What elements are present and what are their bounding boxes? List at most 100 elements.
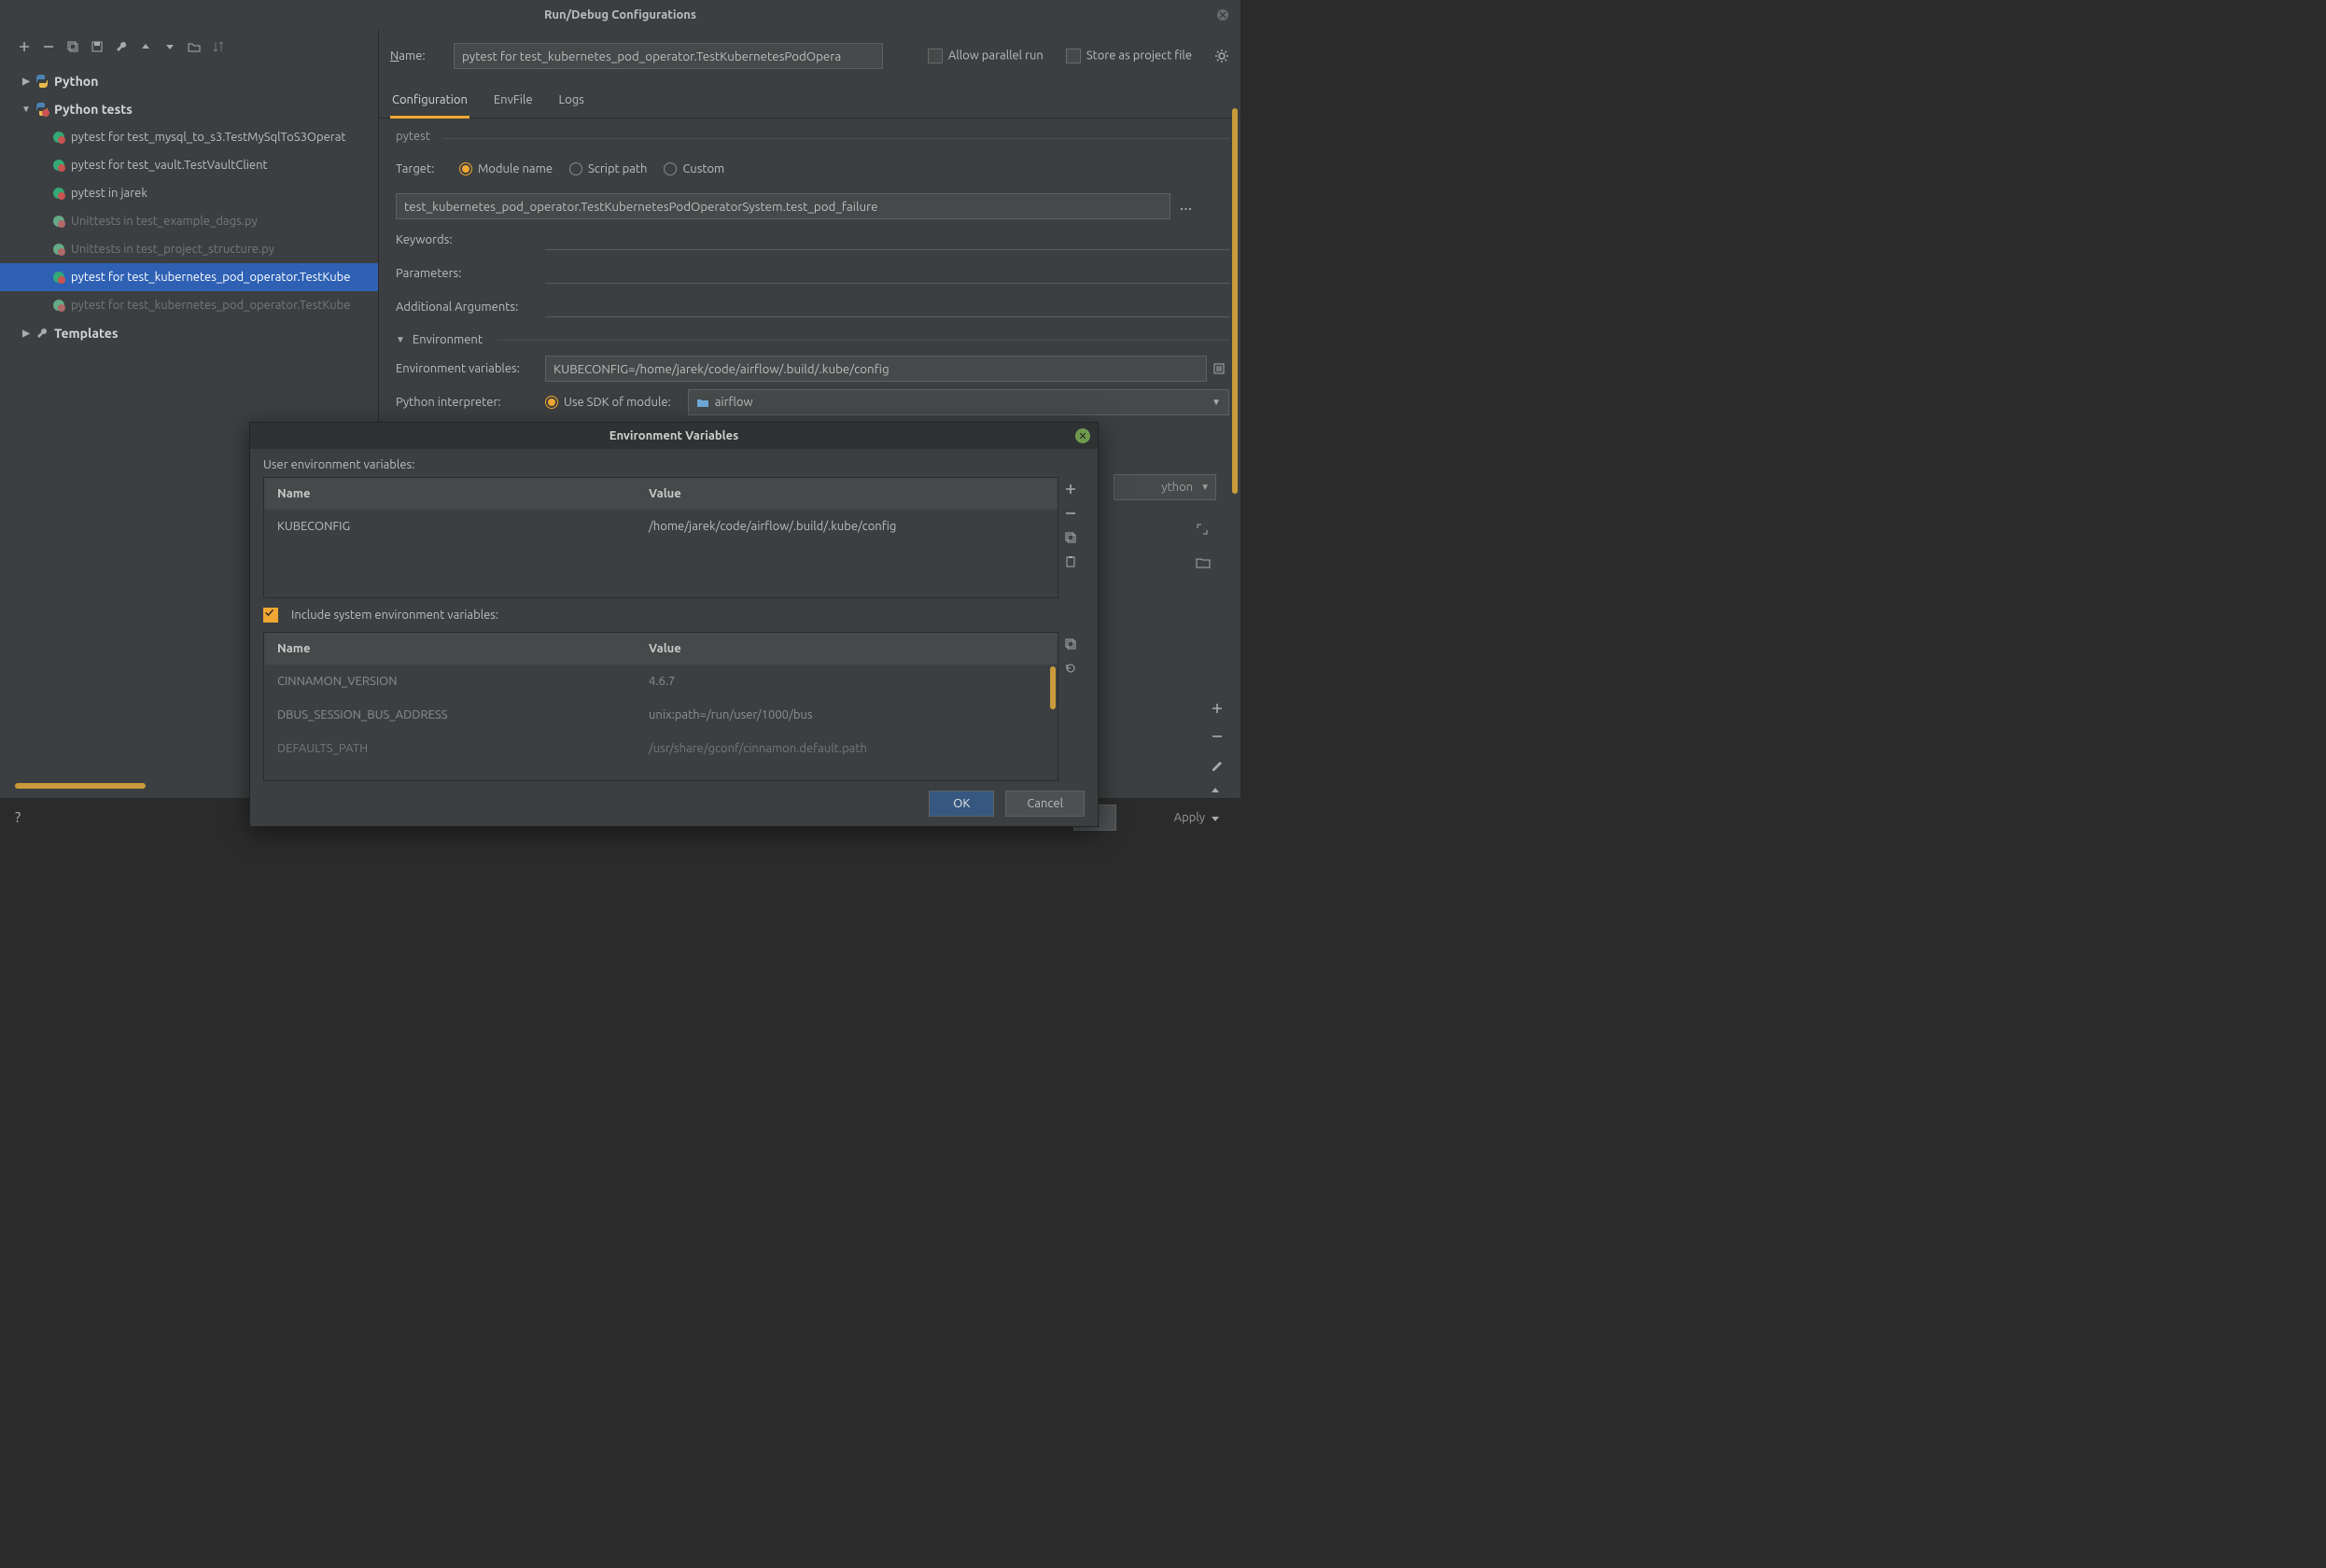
sort-icon[interactable]	[211, 39, 226, 54]
name-input[interactable]	[454, 43, 883, 69]
tree-item-test[interactable]: pytest for test_vault.TestVaultClient	[0, 151, 378, 179]
copy-icon[interactable]	[65, 39, 80, 54]
chevron-down-icon: ▼	[396, 334, 405, 345]
close-icon[interactable]	[1216, 8, 1229, 21]
env-vars-title: Environment Variables	[610, 429, 738, 442]
target-input[interactable]	[396, 193, 1170, 219]
target-radio-script-path[interactable]: Script path	[569, 162, 647, 175]
help-icon[interactable]: ?	[15, 809, 21, 826]
copy-icon[interactable]	[1064, 531, 1079, 546]
revert-icon[interactable]	[1064, 662, 1079, 677]
additional-arguments-input[interactable]	[545, 297, 1229, 317]
target-label: Target:	[396, 162, 459, 175]
user-env-label: User environment variables:	[263, 458, 1085, 471]
use-sdk-radio[interactable]: Use SDK of module:	[545, 396, 671, 409]
add-icon[interactable]	[1211, 702, 1226, 717]
tree-group-templates[interactable]: ▶ Templates	[0, 319, 378, 347]
move-up-icon[interactable]	[138, 39, 153, 54]
remove-icon[interactable]	[1064, 507, 1079, 522]
tab-envfile[interactable]: EnvFile	[492, 84, 535, 118]
system-env-table[interactable]: Name Value CINNAMON_VERSION 4.6.7 DBUS_S…	[263, 632, 1058, 781]
python-tests-icon	[34, 101, 50, 118]
module-folder-icon	[696, 396, 709, 409]
env-vars-edit-icon[interactable]	[1212, 362, 1229, 375]
tree-item-test[interactable]: pytest in jarek	[0, 179, 378, 207]
gear-icon[interactable]	[1214, 49, 1229, 63]
save-icon[interactable]	[90, 39, 105, 54]
tree-item-test-selected[interactable]: pytest for test_kubernetes_pod_operator.…	[0, 263, 378, 291]
parameters-label: Parameters:	[396, 267, 545, 280]
folder-icon[interactable]	[187, 39, 202, 54]
target-radio-custom[interactable]: Custom	[664, 162, 724, 175]
system-env-row[interactable]: CINNAMON_VERSION 4.6.7	[264, 665, 1058, 698]
chevron-right-icon: ▶	[19, 328, 34, 339]
pytest-icon	[50, 297, 67, 314]
col-value-header: Value	[645, 642, 1058, 655]
pytest-icon	[50, 269, 67, 286]
sdk-module-dropdown[interactable]: airflow ▼	[688, 389, 1229, 415]
env-vars-titlebar: Environment Variables ✕	[250, 423, 1098, 449]
ok-button[interactable]: OK	[929, 791, 994, 817]
keywords-label: Keywords:	[396, 233, 545, 246]
system-env-scrollbar[interactable]	[1050, 666, 1056, 709]
browse-button[interactable]: …	[1180, 200, 1192, 213]
pytest-icon	[50, 157, 67, 174]
user-env-table[interactable]: Name Value KUBECONFIG /home/jarek/code/a…	[263, 477, 1058, 598]
additional-arguments-label: Additional Arguments:	[396, 301, 545, 314]
target-radio-module-name[interactable]: Module name	[459, 162, 553, 175]
form-scrollbar[interactable]	[1231, 108, 1239, 751]
pytest-group-label: pytest	[396, 130, 1229, 143]
col-name-header: Name	[264, 487, 645, 500]
user-env-toolbar	[1058, 477, 1085, 598]
tree-toolbar	[0, 30, 378, 63]
copy-icon[interactable]	[1064, 637, 1079, 652]
tree-item-test[interactable]: pytest for test_kubernetes_pod_operator.…	[0, 291, 378, 319]
expand-icon[interactable]	[1196, 523, 1216, 543]
pytest-icon	[50, 185, 67, 202]
tree-item-test[interactable]: Unittests in test_example_dags.py	[0, 207, 378, 235]
tab-configuration[interactable]: Configuration	[390, 84, 469, 119]
system-env-toolbar	[1058, 632, 1085, 781]
store-as-project-checkbox[interactable]: Store as project file	[1066, 49, 1192, 63]
system-env-row[interactable]: DEFAULTS_PATH /usr/share/gconf/cinnamon.…	[264, 732, 1058, 765]
chevron-down-icon: ▼	[19, 104, 34, 115]
add-icon[interactable]	[1064, 483, 1079, 497]
paste-icon[interactable]	[1064, 555, 1079, 570]
python-interpreter-label: Python interpreter:	[396, 396, 545, 409]
user-env-row[interactable]: KUBECONFIG /home/jarek/code/airflow/.bui…	[264, 510, 1058, 543]
remove-icon[interactable]	[41, 39, 56, 54]
col-value-header: Value	[645, 487, 1058, 500]
system-env-row[interactable]: DBUS_SESSION_BUS_ADDRESS unix:path=/run/…	[264, 698, 1058, 732]
remove-icon[interactable]	[1211, 730, 1226, 745]
wrench-icon	[34, 325, 50, 342]
env-vars-dialog: Environment Variables ✕ User environment…	[249, 422, 1099, 827]
include-system-checkbox[interactable]: Include system environment variables:	[263, 608, 1085, 623]
move-up-icon[interactable]	[1211, 786, 1226, 801]
tree-group-python[interactable]: ▶ Python	[0, 67, 378, 95]
edit-icon[interactable]	[1211, 758, 1226, 773]
move-down-icon[interactable]	[162, 39, 177, 54]
allow-parallel-checkbox[interactable]: Allow parallel run	[928, 49, 1044, 63]
cancel-button[interactable]: Cancel	[1005, 791, 1085, 817]
add-icon[interactable]	[17, 39, 32, 54]
tree-item-test[interactable]: Unittests in test_project_structure.py	[0, 235, 378, 263]
unittest-icon	[50, 241, 67, 258]
tree-item-test[interactable]: pytest for test_mysql_to_s3.TestMySqlToS…	[0, 123, 378, 151]
environment-section-header[interactable]: ▼ Environment	[396, 333, 1229, 346]
chevron-right-icon: ▶	[19, 76, 34, 87]
browse-folder-icon[interactable]	[1196, 556, 1216, 577]
unittest-icon	[50, 213, 67, 230]
keywords-input[interactable]	[545, 230, 1229, 250]
tree-group-python-tests[interactable]: ▼ Python tests	[0, 95, 378, 123]
env-vars-input[interactable]	[545, 356, 1207, 382]
move-down-icon[interactable]	[1211, 814, 1226, 829]
tab-logs[interactable]: Logs	[557, 84, 586, 118]
chevron-down-icon: ▼	[1200, 482, 1210, 493]
python-icon	[34, 73, 50, 90]
close-icon[interactable]: ✕	[1075, 428, 1090, 443]
name-label: Name:	[390, 49, 454, 63]
occluded-dropdown[interactable]: ython ▼	[1114, 474, 1216, 500]
wrench-icon[interactable]	[114, 39, 129, 54]
parameters-input[interactable]	[545, 263, 1229, 284]
config-tabs: Configuration EnvFile Logs	[379, 84, 1240, 119]
